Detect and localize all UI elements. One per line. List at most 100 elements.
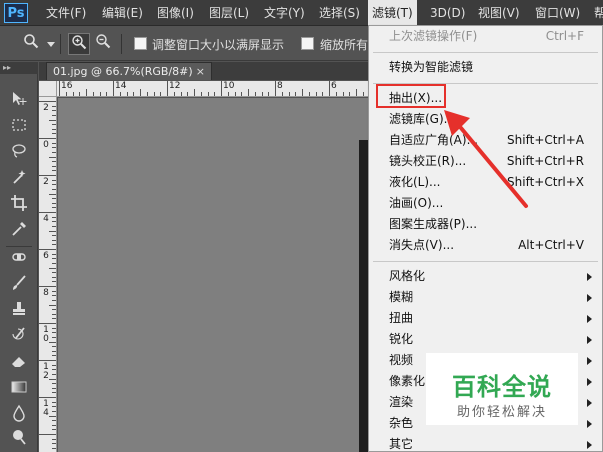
filter-menu-item[interactable]: 扭曲 bbox=[369, 308, 602, 329]
menu-type[interactable]: 文字(Y) bbox=[264, 0, 305, 26]
tool-preset-caret-icon[interactable] bbox=[47, 42, 55, 47]
menu-edit[interactable]: 编辑(E) bbox=[102, 0, 143, 26]
ruler-tick bbox=[39, 138, 56, 139]
document-tab[interactable]: 01.jpg @ 66.7%(RGB/8#) × bbox=[46, 62, 212, 80]
menu-view[interactable]: 视图(V) bbox=[478, 0, 520, 26]
ruler-tick bbox=[248, 89, 249, 96]
zoom-in-icon[interactable] bbox=[68, 33, 90, 55]
ruler-tick bbox=[119, 92, 121, 96]
ruler-tick bbox=[49, 230, 56, 232]
ruler-tick bbox=[52, 105, 56, 107]
image-edge bbox=[359, 140, 368, 452]
menu-layer[interactable]: 图层(L) bbox=[209, 0, 249, 26]
submenu-arrow-icon bbox=[587, 294, 592, 302]
ruler-tick bbox=[52, 429, 56, 431]
ruler-tick bbox=[52, 309, 56, 311]
filter-menu-item[interactable]: 图案生成器(P)... bbox=[369, 214, 602, 235]
ruler-origin[interactable] bbox=[39, 81, 57, 97]
menu-help[interactable]: 帮 bbox=[594, 0, 603, 26]
menu-file[interactable]: 文件(F) bbox=[46, 0, 86, 26]
lasso-tool-icon[interactable] bbox=[7, 142, 31, 166]
ruler-tick bbox=[322, 92, 324, 96]
options-separator bbox=[121, 34, 122, 54]
menu-select[interactable]: 选择(S) bbox=[319, 0, 360, 26]
filter-menu-item-label: 其它 bbox=[389, 437, 414, 451]
ruler-tick bbox=[52, 124, 56, 126]
ruler-tick bbox=[133, 92, 135, 96]
crop-tool-icon[interactable] bbox=[7, 194, 31, 218]
ruler-tick bbox=[99, 92, 101, 96]
ruler-tick bbox=[39, 212, 56, 213]
filter-menu-item[interactable]: 风格化 bbox=[369, 266, 602, 287]
ruler-tick bbox=[52, 244, 56, 246]
submenu-arrow-icon bbox=[587, 378, 592, 386]
ruler-tick bbox=[207, 92, 209, 96]
menu-image[interactable]: 图像(I) bbox=[157, 0, 194, 26]
ruler-tick bbox=[92, 92, 94, 96]
marquee-tool-icon[interactable] bbox=[7, 116, 31, 140]
filter-menu-item[interactable]: 上次滤镜操作(F) Ctrl+F bbox=[369, 26, 602, 47]
move-tool-icon[interactable] bbox=[7, 90, 31, 114]
blur-tool-icon[interactable] bbox=[7, 404, 31, 428]
ruler-tick bbox=[52, 165, 56, 167]
ruler-tick bbox=[52, 179, 56, 181]
ruler-tick bbox=[187, 92, 189, 96]
ruler-tick bbox=[52, 142, 56, 144]
menu-separator bbox=[373, 52, 598, 53]
filter-menu-item[interactable]: 消失点(V)... Alt+Ctrl+V bbox=[369, 235, 602, 256]
ruler-label: 1 4 bbox=[43, 399, 49, 418]
ruler-tick bbox=[52, 161, 56, 163]
toolbox-collapse-handle[interactable]: ▸▸ bbox=[0, 62, 38, 74]
filter-menu-item[interactable]: 模糊 bbox=[369, 287, 602, 308]
ruler-tick bbox=[52, 253, 56, 255]
submenu-arrow-icon bbox=[587, 441, 592, 449]
dodge-tool-icon[interactable] bbox=[7, 428, 31, 452]
clone-stamp-tool-icon[interactable] bbox=[7, 300, 31, 324]
ruler-tick bbox=[49, 119, 56, 121]
ruler-tick bbox=[39, 286, 56, 287]
zoom-out-icon[interactable] bbox=[92, 33, 114, 55]
eraser-tool-icon[interactable] bbox=[7, 352, 31, 376]
menu-filter[interactable]: 滤镜(T) bbox=[368, 0, 417, 26]
magic-wand-tool-icon[interactable] bbox=[7, 168, 31, 192]
ruler-tick bbox=[315, 92, 317, 96]
menu-3d[interactable]: 3D(D) bbox=[430, 0, 465, 26]
ruler-tick bbox=[52, 369, 56, 371]
ruler-tick bbox=[167, 81, 168, 96]
ruler-tick bbox=[39, 175, 56, 176]
gradient-tool-icon[interactable] bbox=[7, 378, 31, 402]
healing-brush-tool-icon[interactable] bbox=[7, 248, 31, 272]
ruler-tick bbox=[241, 92, 243, 96]
ruler-tick bbox=[254, 92, 256, 96]
filter-menu-item-label: 扭曲 bbox=[389, 311, 414, 325]
zoom-all-windows-checkbox[interactable] bbox=[301, 37, 314, 50]
ruler-tick bbox=[52, 188, 56, 190]
filter-menu-item[interactable]: 转换为智能滤镜 bbox=[369, 57, 602, 78]
ruler-tick bbox=[49, 378, 56, 380]
menu-window[interactable]: 窗口(W) bbox=[535, 0, 580, 26]
close-icon[interactable]: × bbox=[196, 63, 205, 80]
ruler-tick bbox=[52, 290, 56, 292]
ruler-tick bbox=[52, 443, 56, 445]
ruler-tick bbox=[146, 92, 148, 96]
ruler-label: 10 bbox=[223, 81, 235, 91]
history-brush-tool-icon[interactable] bbox=[7, 326, 31, 350]
eyedropper-tool-icon[interactable] bbox=[7, 220, 31, 244]
ruler-tick bbox=[39, 101, 56, 102]
brush-tool-icon[interactable] bbox=[7, 274, 31, 298]
ruler-tick bbox=[52, 420, 56, 422]
ruler-label: 4 bbox=[43, 214, 49, 224]
ruler-tick bbox=[52, 170, 56, 172]
filter-menu-item[interactable]: 其它 bbox=[369, 434, 602, 452]
ruler-label: 0 bbox=[43, 140, 49, 150]
ruler-tick bbox=[52, 401, 56, 403]
ruler-label: 8 bbox=[43, 288, 49, 298]
ruler-tick bbox=[113, 81, 114, 96]
menu-bar: Ps 文件(F) 编辑(E) 图像(I) 图层(L) 文字(Y) 选择(S) 滤… bbox=[0, 0, 603, 26]
resize-windows-checkbox[interactable] bbox=[134, 37, 147, 50]
filter-menu-item[interactable]: 锐化 bbox=[369, 329, 602, 350]
filter-menu-item-shortcut: Alt+Ctrl+V bbox=[518, 238, 584, 252]
submenu-arrow-icon bbox=[587, 357, 592, 365]
zoom-icon[interactable] bbox=[20, 33, 42, 55]
ruler-tick bbox=[39, 434, 56, 435]
